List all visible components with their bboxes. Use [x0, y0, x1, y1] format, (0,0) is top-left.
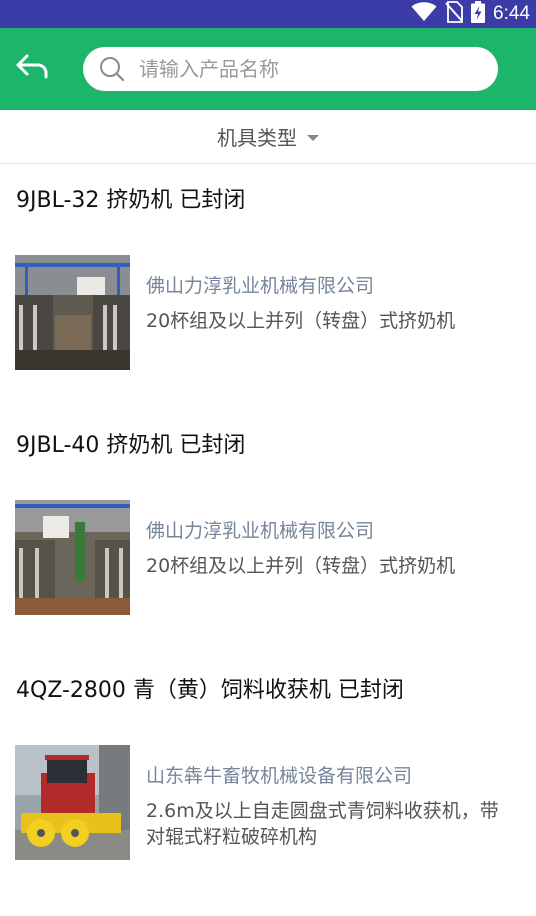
dropdown-caret-icon: [307, 134, 319, 141]
product-company: 山东犇牛畜牧机械设备有限公司: [146, 765, 413, 787]
product-image: [15, 255, 130, 370]
status-bar: 6:44: [0, 0, 536, 28]
product-description: 20杯组及以上并列（转盘）式挤奶机: [146, 553, 536, 579]
back-button[interactable]: [10, 50, 54, 88]
filter-dropdown[interactable]: 机具类型: [0, 110, 536, 164]
product-description-line: 2.6m及以上自走圆盘式青饲料收获机，带: [146, 800, 499, 822]
status-time: 6:44: [493, 3, 530, 24]
back-arrow-icon: [14, 53, 50, 85]
product-title: 9JBL-32 挤奶机 已封闭: [16, 188, 246, 213]
product-description: 2.6m及以上自走圆盘式青饲料收获机，带 对辊式籽粒破碎机构: [146, 798, 536, 850]
product-image: [15, 745, 130, 860]
search-icon: [99, 56, 125, 82]
product-list: 9JBL-32 挤奶机 已封闭 佛山力淳乳业机械有限公司 20杯组及以上并列（转…: [0, 164, 536, 899]
status-icons: 6:44: [411, 0, 530, 28]
product-card[interactable]: 9JBL-32 挤奶机 已封闭 佛山力淳乳业机械有限公司 20杯组及以上并列（转…: [0, 164, 536, 409]
product-company: 佛山力淳乳业机械有限公司: [146, 275, 375, 297]
search-input[interactable]: [139, 57, 479, 81]
product-description-line: 20杯组及以上并列（转盘）式挤奶机: [146, 310, 456, 332]
battery-charging-icon: [471, 1, 486, 27]
product-company: 佛山力淳乳业机械有限公司: [146, 520, 375, 542]
filter-label: 机具类型: [217, 126, 297, 150]
product-description-line: 对辊式籽粒破碎机构: [146, 826, 318, 848]
no-sim-icon: [445, 1, 463, 27]
product-image: [15, 500, 130, 615]
product-description-line: 20杯组及以上并列（转盘）式挤奶机: [146, 555, 456, 577]
product-title: 4QZ-2800 青（黄）饲料收获机 已封闭: [16, 678, 404, 703]
app-bar: [0, 28, 536, 110]
product-card[interactable]: 9JBL-40 挤奶机 已封闭 佛山力淳乳业机械有限公司 20杯组及以上并列（转…: [0, 409, 536, 654]
product-description: 20杯组及以上并列（转盘）式挤奶机: [146, 308, 536, 334]
wifi-icon: [411, 2, 437, 26]
search-box[interactable]: [83, 47, 498, 91]
product-title: 9JBL-40 挤奶机 已封闭: [16, 433, 246, 458]
product-card[interactable]: 4QZ-2800 青（黄）饲料收获机 已封闭 山东犇牛畜牧机械设备有限公司 2.…: [0, 654, 536, 899]
